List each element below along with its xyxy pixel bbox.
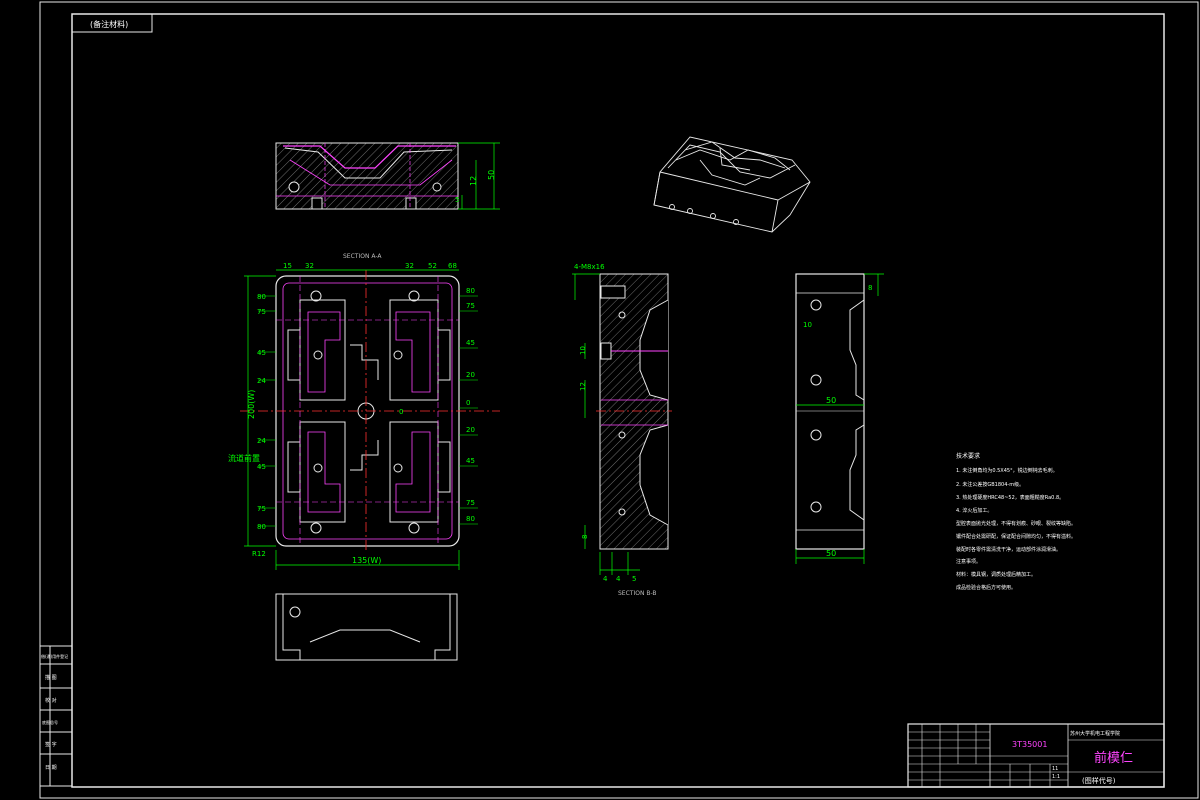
title-block: 3T35001 苏州大学机电工程学院 前模仁 (图样代号) 1:1 11 — [907, 723, 1165, 788]
note-line-7: 装配时各零件需清洗干净，运动部件涂润滑油。 — [956, 546, 1061, 553]
plan-left-dim-2: 75 — [257, 308, 266, 316]
bb-left-dim-2: 12 — [579, 382, 587, 391]
bb-bottom-dim-3: 5 — [632, 575, 636, 583]
plan-top-dim-1: 15 — [283, 262, 292, 270]
corner-tag: (备注材料) — [90, 19, 128, 29]
plan-left-dim-5: 24 — [257, 437, 266, 445]
iso-view — [653, 136, 811, 233]
title-scale: 1:1 — [1052, 774, 1060, 780]
plan-right-dim-2: 75 — [466, 302, 475, 310]
plan-right-dim-7: 45 — [466, 457, 475, 465]
plan-right-dim-6: 20 — [466, 426, 475, 434]
cad-drawing: (备注材料) 50 12 5 SECTION A-A 15 32 32 52 6… — [39, 1, 1199, 799]
top-section-view: 50 12 5 — [275, 142, 500, 210]
note-line-2: 2. 未注公差按GB1804-m级。 — [956, 481, 1024, 488]
plan-view: SECTION A-A 15 32 32 52 68 80 75 45 24 2… — [228, 253, 500, 570]
note-line-4: 4. 淬火后加工。 — [956, 507, 992, 514]
strip-label-6: 日 期 — [45, 765, 57, 771]
notes-heading: 技术要求 — [956, 452, 980, 460]
plan-right-dim-1: 80 — [466, 287, 475, 295]
section-aa-label: SECTION A-A — [343, 253, 382, 260]
section-bb-view: 4-M8x16 10 12 8 4 4 5 SECTION B-B — [572, 263, 672, 597]
plan-right-dim-4: 20 — [466, 371, 475, 379]
note-line-9: 材料：模具钢，调质处理后精加工。 — [956, 571, 1036, 578]
bb-top-dim: 4-M8x16 — [574, 263, 605, 271]
note-line-10: 成品检验合格后方可使用。 — [956, 584, 1016, 591]
title-sheet: 11 — [1052, 766, 1058, 772]
plan-left-dim-3: 45 — [257, 349, 266, 357]
strip-label-4: 底图总号 — [42, 719, 58, 725]
top-dim-inner: 12 — [469, 176, 478, 186]
side-bottom-width: 50 — [826, 549, 836, 558]
title-school: 苏州大学机电工程学院 — [1070, 730, 1120, 737]
bb-left-dim-1: 10 — [579, 346, 587, 355]
bb-bottom-dim-2: 4 — [616, 575, 621, 583]
title-part-number: 3T35001 — [1012, 740, 1047, 749]
strip-label-5: 签 字 — [45, 741, 57, 748]
plan-top-dim-2: 32 — [305, 262, 314, 270]
note-line-6: 镶件配合处需研配，保证配合间隙均匀，不得有溢料。 — [956, 533, 1076, 540]
section-bb-label: SECTION B-B — [618, 590, 657, 597]
note-line-5: 型腔表面抛光处理，不得有划痕、砂眼、裂纹等缺陷。 — [956, 520, 1076, 527]
plan-center-dim: 0 — [399, 408, 403, 416]
bb-left-dim-3: 8 — [581, 535, 589, 539]
plan-top-dim-4: 52 — [428, 262, 437, 270]
plan-overall-height: 200(W) — [247, 390, 256, 419]
side-small-dim-1: 8 — [868, 284, 872, 292]
note-line-1: 1. 未注倒角均为0.5X45°，锐边倒钝去毛刺。 — [956, 467, 1058, 474]
left-strip-table: 借(通)用件登记 描 图 校 对 底图总号 签 字 日 期 — [39, 645, 73, 787]
plan-left-dim-1: 80 — [257, 293, 266, 301]
plan-callout: 流道前置 — [228, 453, 260, 463]
plan-left-dim-8: 80 — [257, 523, 266, 531]
plan-left-dim-4: 24 — [257, 377, 266, 385]
plan-top-dim-5: 68 — [448, 262, 457, 270]
plan-right-dim-8: 75 — [466, 499, 475, 507]
plan-right-dim-3: 45 — [466, 339, 475, 347]
top-dim-small: 5 — [455, 196, 459, 204]
plan-left-dim-7: 75 — [257, 505, 266, 513]
bottom-side-view — [275, 593, 458, 661]
strip-label-3: 校 对 — [45, 697, 57, 704]
note-line-3: 3. 热处理硬度HRC48~52，表面粗糙度Ra0.8。 — [956, 494, 1064, 501]
plan-overall-width: 135(W) — [352, 556, 381, 565]
side-small-dim-2: 10 — [803, 321, 812, 329]
strip-label-1: 借(通)用件登记 — [41, 653, 68, 659]
top-dim-overall: 50 — [487, 170, 496, 180]
strip-label-2: 描 图 — [45, 674, 57, 681]
title-drawing-code: (图样代号) — [1082, 776, 1116, 785]
bb-bottom-dim-1: 4 — [603, 575, 608, 583]
side-width: 50 — [826, 396, 836, 405]
plan-top-dim-3: 32 — [405, 262, 414, 270]
title-part-name: 前模仁 — [1094, 750, 1133, 766]
plan-left-dim-6: 45 — [257, 463, 266, 471]
right-side-view: 50 50 8 10 — [795, 273, 884, 564]
technical-notes: 技术要求 1. 未注倒角均为0.5X45°，锐边倒钝去毛刺。 2. 未注公差按G… — [956, 452, 1076, 591]
plan-radius: R12 — [252, 550, 266, 558]
note-line-8: 注意事项。 — [956, 558, 981, 565]
plan-right-dim-5: 0 — [466, 399, 470, 407]
plan-right-dim-9: 80 — [466, 515, 475, 523]
